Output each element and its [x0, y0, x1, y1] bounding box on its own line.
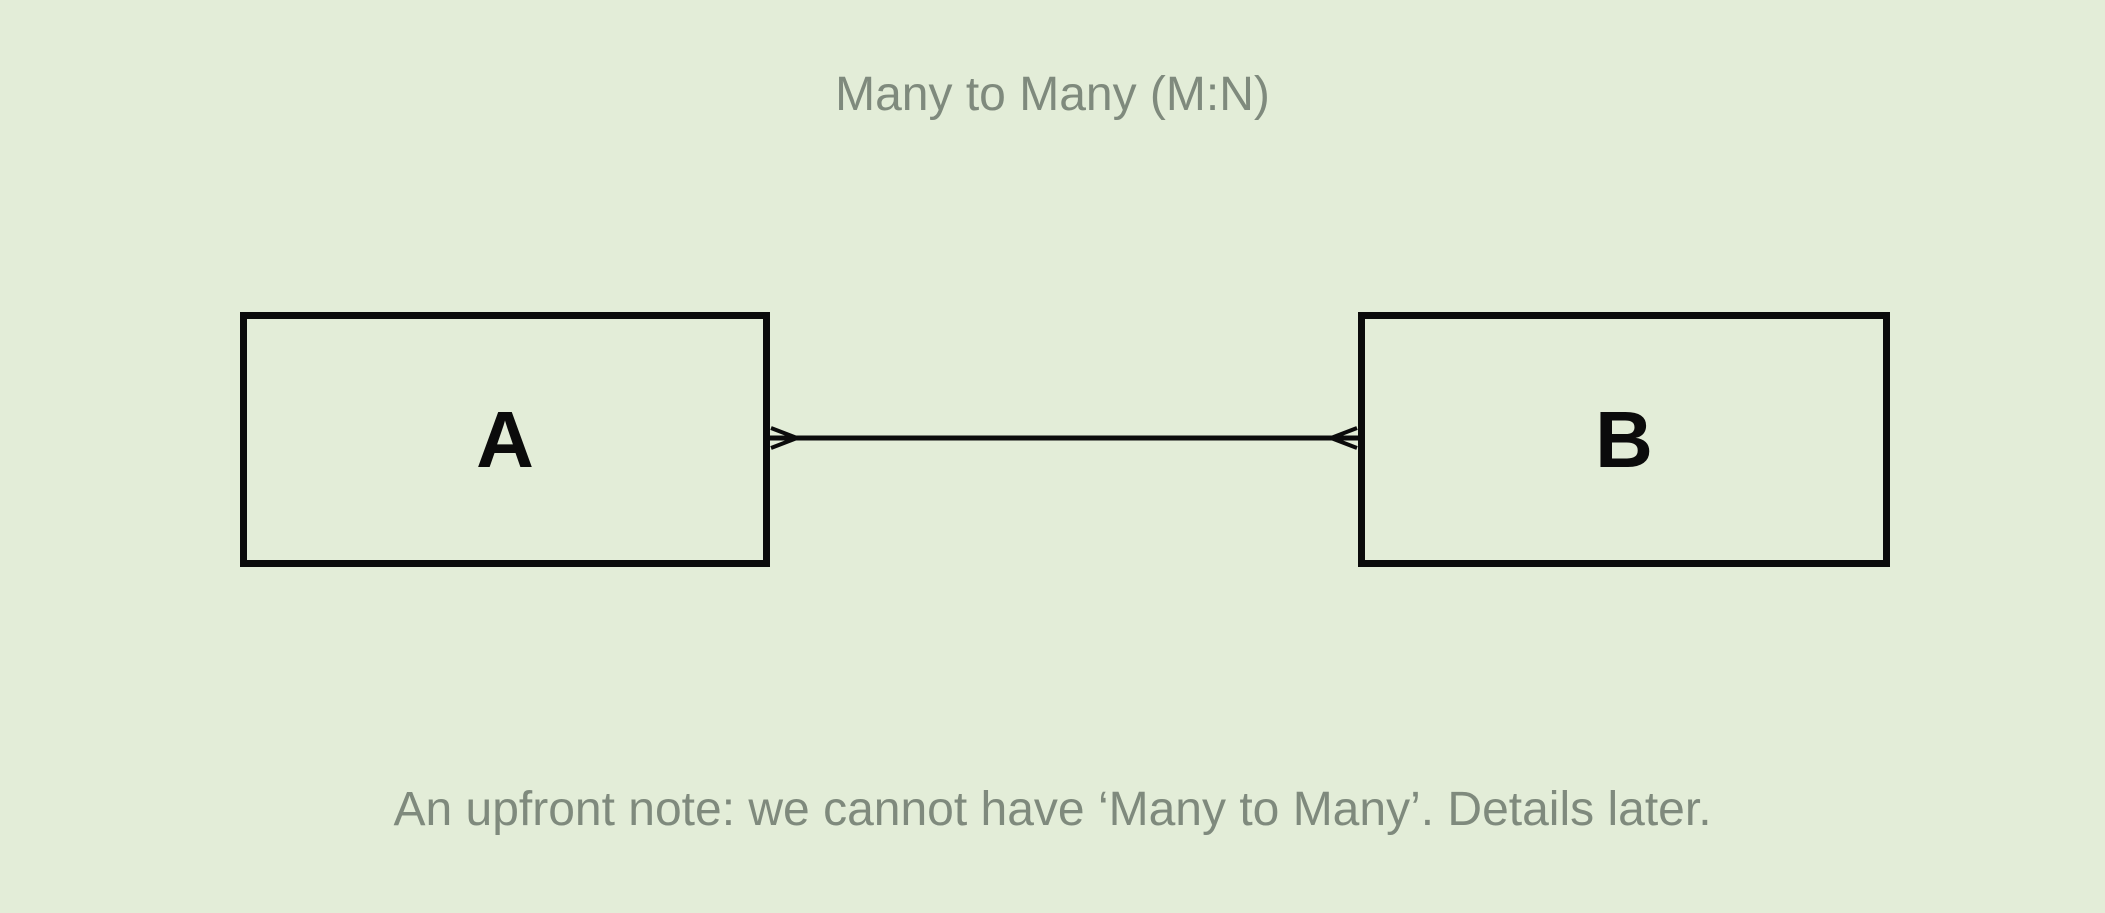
entity-box-b: B	[1358, 312, 1890, 567]
footer-note: An upfront note: we cannot have ‘Many to…	[393, 783, 1712, 836]
entity-label-b: B	[1595, 394, 1653, 484]
